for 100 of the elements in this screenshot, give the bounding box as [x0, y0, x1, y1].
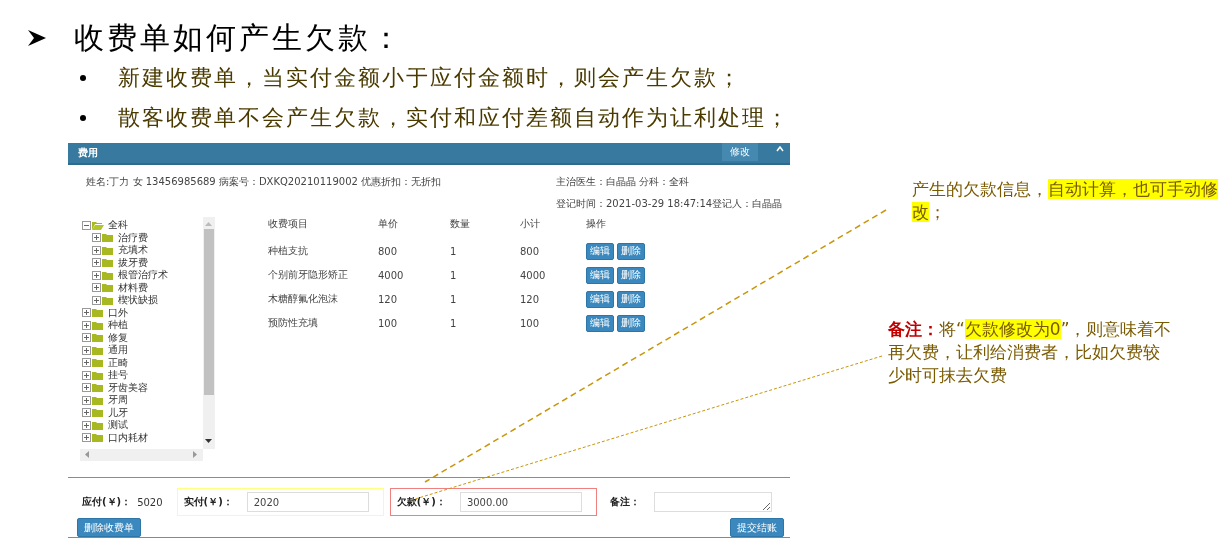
amount-field[interactable]: 2020: [246, 492, 369, 512]
table-cell-text: 预防性充填: [268, 316, 319, 330]
panel-title: 费用: [78, 146, 99, 160]
folder-icon: [102, 283, 114, 293]
tree-item[interactable]: 材料费: [118, 281, 148, 294]
expand-box-icon[interactable]: [92, 258, 101, 268]
bullet-icon: [80, 75, 86, 81]
field-label: 实付(￥)：: [183, 495, 233, 509]
open-folder-icon: [92, 220, 104, 230]
table-cell-text: 4000: [378, 269, 405, 281]
table-cell-text: 100: [520, 317, 541, 329]
edit-button[interactable]: 修改: [722, 143, 758, 161]
folder-icon: [102, 295, 114, 305]
scroll-thumb[interactable]: [204, 229, 214, 395]
tree-item[interactable]: 充填术: [118, 244, 148, 257]
folder-icon: [92, 420, 104, 430]
tree-item[interactable]: 儿牙: [108, 406, 128, 419]
table-cell-text: 120: [520, 293, 541, 305]
tree-item[interactable]: 治疗费: [118, 231, 148, 244]
folder-icon: [92, 433, 104, 443]
tree-item[interactable]: 修复: [108, 331, 128, 344]
table-cell-text: 120: [378, 293, 399, 305]
expand-box-icon[interactable]: [82, 370, 91, 380]
scroll-left-icon: [84, 451, 89, 458]
tree-item[interactable]: 全科: [108, 219, 128, 232]
bullet-text: 新建收费单，当实付金额小于应付金额时，则会产生欠款；: [118, 64, 742, 92]
delete-button[interactable]: 删除: [617, 290, 645, 308]
expand-box-icon[interactable]: [82, 408, 91, 418]
folder-icon: [92, 395, 104, 405]
tree-item[interactable]: 拔牙费: [118, 256, 148, 269]
expand-box-icon[interactable]: [82, 320, 91, 330]
delete-button[interactable]: 删除: [617, 242, 645, 260]
folder-icon: [102, 245, 114, 255]
slide-heading: 收费单如何产生欠款：: [74, 18, 404, 57]
scroll-up-icon: [205, 221, 212, 226]
column-header: 数量: [450, 217, 471, 231]
expand-box-icon[interactable]: [92, 295, 101, 305]
folder-icon: [92, 308, 104, 318]
amount-field[interactable]: 3000.00: [459, 492, 582, 512]
table-cell-text: 1: [450, 245, 458, 257]
delete-button[interactable]: 删除: [617, 266, 645, 284]
folder-icon: [92, 370, 104, 380]
tree-item[interactable]: 牙周: [108, 394, 128, 407]
table-cell-text: 800: [378, 245, 399, 257]
folder-icon: [92, 408, 104, 418]
edit-button[interactable]: 编辑: [586, 314, 614, 332]
tree-item[interactable]: 通用: [108, 344, 128, 357]
submit-button[interactable]: 提交结账: [730, 518, 784, 537]
tree-item[interactable]: 测试: [108, 419, 128, 432]
table-cell-text: 1: [450, 269, 458, 281]
column-header: 小计: [520, 217, 541, 231]
collapse-box-icon[interactable]: [82, 220, 91, 230]
bullet-text: 散客收费单不会产生欠款，实付和应付差额自动作为让利处理；: [118, 104, 790, 132]
registration-info: 登记时间：2021-03-29 18:47:14登记人：白晶晶: [556, 197, 783, 211]
vertical-scrollbar[interactable]: [203, 217, 215, 449]
expand-box-icon[interactable]: [92, 233, 101, 243]
delete-bill-button[interactable]: 删除收费单: [77, 518, 141, 537]
field-label: 欠款(￥)：: [396, 495, 446, 509]
edit-button[interactable]: 编辑: [586, 290, 614, 308]
folder-icon: [102, 258, 114, 268]
arrow-bullet-icon: [26, 28, 48, 48]
tree-item[interactable]: 楔状缺损: [118, 294, 158, 307]
delete-button[interactable]: 删除: [617, 314, 645, 332]
expand-box-icon[interactable]: [82, 333, 91, 343]
folder-icon: [92, 345, 104, 355]
expand-box-icon[interactable]: [82, 420, 91, 430]
scroll-right-icon: [193, 451, 198, 458]
patient-info: 姓名:丁力 女 13456985689 病案号：DXKQ20210119002 优惠折扣：无折扣: [86, 175, 443, 189]
table-cell-text: 1: [450, 293, 458, 305]
tree-item[interactable]: 口内耗材: [108, 431, 148, 444]
tree-item[interactable]: 挂号: [108, 369, 128, 382]
table-cell-text: 种植支抗: [268, 244, 309, 258]
folder-icon: [92, 333, 104, 343]
expand-box-icon[interactable]: [92, 270, 101, 280]
tree-item[interactable]: 种植: [108, 319, 128, 332]
column-header: 收费项目: [268, 217, 309, 231]
expand-box-icon[interactable]: [82, 308, 91, 318]
folder-icon: [92, 358, 104, 368]
column-header: 单价: [378, 217, 399, 231]
tree-item[interactable]: 牙齿美容: [108, 381, 148, 394]
expand-box-icon[interactable]: [82, 345, 91, 355]
expand-box-icon[interactable]: [82, 383, 91, 393]
expand-box-icon[interactable]: [92, 283, 101, 293]
expand-box-icon[interactable]: [82, 358, 91, 368]
tree-item[interactable]: 根管治疗术: [118, 269, 168, 282]
folder-icon: [92, 383, 104, 393]
table-cell-text: 4000: [520, 269, 547, 281]
tree-item[interactable]: 口外: [108, 306, 128, 319]
edit-button[interactable]: 编辑: [586, 242, 614, 260]
edit-button[interactable]: 编辑: [586, 266, 614, 284]
expand-box-icon[interactable]: [92, 245, 101, 255]
horizontal-scrollbar[interactable]: [80, 449, 203, 461]
remark-field[interactable]: [653, 492, 772, 512]
table-cell-text: 个别前牙隐形矫正: [268, 268, 349, 282]
annotation-text: 产生的欠款信息，自动计算，也可手动修改；: [912, 178, 1219, 224]
expand-box-icon[interactable]: [82, 395, 91, 405]
expand-box-icon[interactable]: [82, 433, 91, 443]
folder-icon: [102, 233, 114, 243]
tree-item[interactable]: 正畸: [108, 356, 128, 369]
table-cell-text: 木糖醇氟化泡沫: [268, 292, 339, 306]
